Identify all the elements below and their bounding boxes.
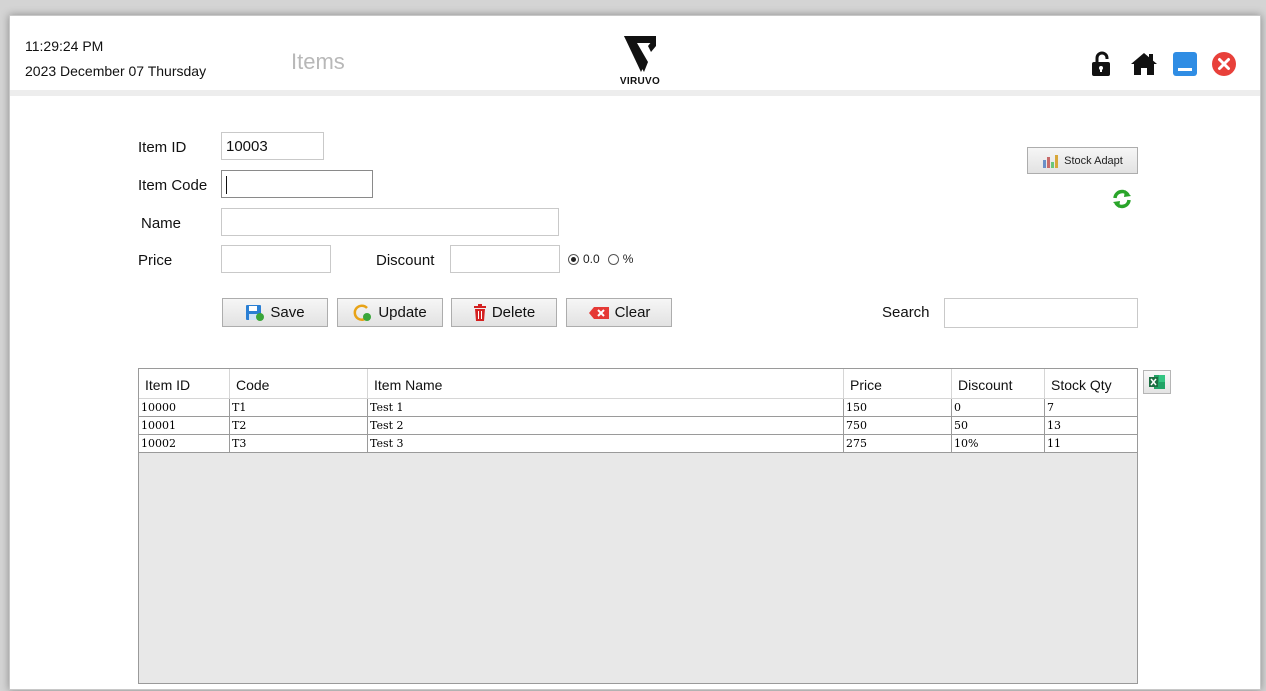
item-code-label: Item Code xyxy=(138,177,208,194)
search-input[interactable] xyxy=(944,298,1138,328)
item-form-area: Item ID 10003 Item Code Name Price Disco… xyxy=(10,102,1260,691)
cell-discount: 0 xyxy=(952,399,1045,416)
discount-percent-label: % xyxy=(622,252,634,266)
cell-item-name: Test 3 xyxy=(368,435,844,452)
column-header-discount[interactable]: Discount xyxy=(952,369,1045,398)
cell-item-name: Test 1 xyxy=(368,399,844,416)
column-header-item-name[interactable]: Item Name xyxy=(368,369,844,398)
search-label: Search xyxy=(882,304,930,321)
column-header-code[interactable]: Code xyxy=(230,369,368,398)
items-window: 11:29:24 PM 2023 December 07 Thursday It… xyxy=(9,15,1261,690)
cell-stock-qty: 7 xyxy=(1047,401,1054,414)
logo-text: VIRUVO xyxy=(619,76,661,87)
cell-code: T3 xyxy=(230,435,368,452)
items-table[interactable]: Item ID Code Item Name Price Discount St… xyxy=(138,368,1138,684)
name-label: Name xyxy=(141,215,182,232)
price-field[interactable] xyxy=(221,245,331,273)
excel-icon xyxy=(1149,375,1165,389)
discount-amount-label: 0.0 xyxy=(583,252,600,266)
item-id-field[interactable]: 10003 xyxy=(221,132,324,160)
page-title: Items xyxy=(291,49,345,74)
stock-chart-icon xyxy=(1043,154,1059,168)
save-label: Save xyxy=(270,304,305,321)
table-row[interactable]: 10000 T1 Test 1 150 0 7 xyxy=(139,399,1137,417)
viruvo-logo: VIRUVO xyxy=(615,34,665,94)
discount-label: Discount xyxy=(376,252,435,269)
column-header-stock-qty[interactable]: Stock Qty xyxy=(1045,369,1137,398)
text-caret xyxy=(226,176,227,195)
clear-button[interactable]: Clear xyxy=(566,298,672,327)
table-row[interactable]: 10002 T3 Test 3 275 10% 11 xyxy=(139,435,1137,453)
export-excel-button[interactable] xyxy=(1143,370,1171,394)
cell-item-id: 10000 xyxy=(139,399,230,416)
refresh-icon[interactable] xyxy=(1111,188,1133,210)
cell-item-id: 10001 xyxy=(139,417,230,434)
discount-mode-group: 0.0 % xyxy=(568,252,633,266)
clock-date: 2023 December 07 Thursday xyxy=(25,63,207,79)
item-id-value: 10003 xyxy=(226,138,268,155)
clock-time: 11:29:24 PM xyxy=(25,38,104,54)
title-bar: 11:29:24 PM 2023 December 07 Thursday It… xyxy=(10,16,1260,96)
cell-item-name: Test 2 xyxy=(368,417,844,434)
cell-stock-qty: 11 xyxy=(1047,437,1061,450)
table-row[interactable]: 10001 T2 Test 2 750 50 13 xyxy=(139,417,1137,435)
minimize-icon[interactable] xyxy=(1172,51,1198,77)
eraser-icon xyxy=(588,306,609,319)
cell-price: 750 xyxy=(844,417,952,434)
viruvo-logo-mark xyxy=(624,36,656,72)
item-code-field[interactable] xyxy=(221,170,373,198)
clear-label: Clear xyxy=(614,304,651,321)
lock-open-icon[interactable] xyxy=(1089,51,1115,77)
name-field[interactable] xyxy=(221,208,559,236)
discount-percent-radio[interactable] xyxy=(607,253,619,265)
delete-label: Delete xyxy=(491,304,536,321)
stock-adapt-button[interactable]: Stock Adapt xyxy=(1027,147,1138,174)
update-label: Update xyxy=(378,304,427,321)
price-label: Price xyxy=(138,252,173,269)
cell-price: 150 xyxy=(844,399,952,416)
table-header: Item ID Code Item Name Price Discount St… xyxy=(139,369,1137,399)
update-icon xyxy=(353,303,372,321)
cell-discount: 50 xyxy=(952,417,1045,434)
cell-code: T1 xyxy=(230,399,368,416)
cell-stock-qty: 13 xyxy=(1047,419,1061,432)
cell-discount: 10% xyxy=(952,435,1045,452)
home-icon[interactable] xyxy=(1130,51,1157,77)
trash-icon xyxy=(473,303,486,321)
column-header-price[interactable]: Price xyxy=(844,369,952,398)
cell-price: 275 xyxy=(844,435,952,452)
cell-item-id: 10002 xyxy=(139,435,230,452)
item-id-label: Item ID xyxy=(138,139,187,156)
column-header-item-id[interactable]: Item ID xyxy=(139,369,230,398)
update-button[interactable]: Update xyxy=(337,298,443,327)
save-icon xyxy=(246,304,265,321)
discount-field[interactable] xyxy=(450,245,560,273)
delete-button[interactable]: Delete xyxy=(451,298,557,327)
save-button[interactable]: Save xyxy=(222,298,328,327)
stock-adapt-label: Stock Adapt xyxy=(1064,154,1123,167)
discount-amount-radio[interactable] xyxy=(568,253,579,265)
cell-code: T2 xyxy=(230,417,368,434)
close-icon[interactable] xyxy=(1211,51,1237,77)
